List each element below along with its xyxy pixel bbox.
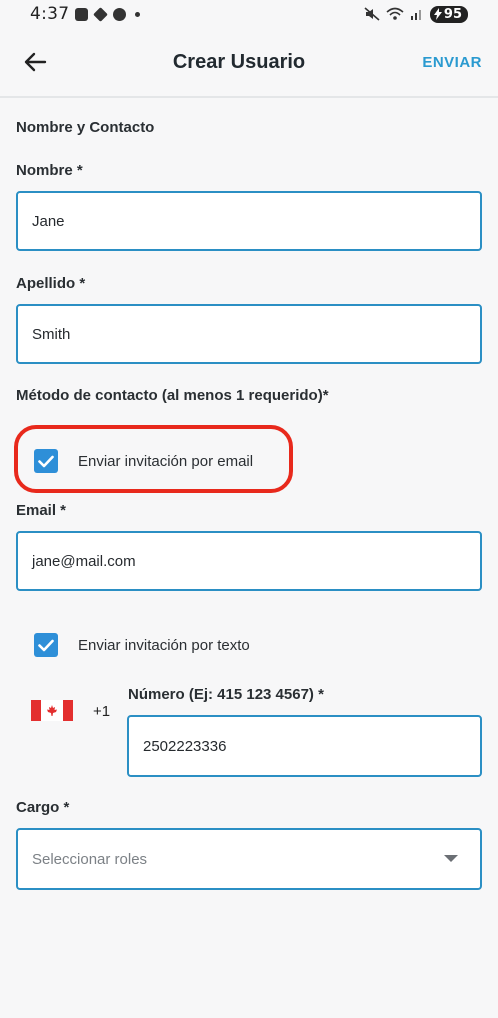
charging-icon: [433, 8, 442, 20]
phone-value: 2502223336: [143, 737, 227, 755]
status-left: 4:37: [30, 4, 141, 24]
canada-flag-icon[interactable]: [31, 700, 73, 721]
chat-notification-icon: [113, 7, 127, 21]
page-title: Crear Usuario: [172, 50, 306, 73]
checkmark-icon: [38, 455, 54, 467]
checkmark-icon: [38, 639, 54, 651]
role-label: Cargo *: [16, 799, 70, 816]
email-value: jane@mail.com: [32, 552, 136, 570]
section-title: Nombre y Contacto: [16, 119, 155, 136]
send-button[interactable]: ENVIAR: [408, 54, 498, 71]
mute-icon: [364, 7, 380, 21]
invite-text-checkbox[interactable]: [34, 633, 58, 657]
phone-field[interactable]: 2502223336: [127, 715, 482, 777]
status-bar: 4:37 95: [0, 0, 498, 28]
invite-text-label: Enviar invitación por texto: [78, 636, 250, 654]
first-name-label: Nombre *: [16, 162, 83, 179]
email-field[interactable]: jane@mail.com: [16, 531, 482, 591]
dropdown-arrow-icon: [444, 855, 458, 862]
signal-icon: [410, 10, 421, 20]
invite-email-checkbox[interactable]: [34, 449, 58, 473]
app-notification-icon: [93, 6, 109, 22]
more-notifications-icon: [135, 11, 141, 17]
role-placeholder: Seleccionar roles: [32, 850, 148, 868]
last-name-value: Smith: [32, 325, 71, 343]
arrow-left-icon: [24, 52, 47, 72]
invite-email-checkbox-row[interactable]: Enviar invitación por email: [34, 449, 253, 473]
first-name-value: Jane: [32, 212, 65, 230]
phone-label: Número (Ej: 415 123 4567) *: [128, 686, 324, 703]
battery-indicator: 95: [429, 5, 468, 23]
maple-leaf-icon: [47, 704, 57, 716]
last-name-field[interactable]: Smith: [16, 304, 482, 364]
status-time: 4:37: [30, 4, 70, 24]
battery-level: 95: [443, 6, 462, 22]
dial-code: +1: [93, 703, 111, 720]
app-bar: Crear Usuario ENVIAR: [0, 28, 498, 98]
invite-text-checkbox-row[interactable]: Enviar invitación por texto: [34, 633, 250, 657]
back-button[interactable]: [0, 27, 70, 97]
first-name-field[interactable]: Jane: [16, 191, 482, 251]
wifi-icon: [386, 7, 404, 20]
last-name-label: Apellido *: [16, 275, 86, 292]
invite-email-label: Enviar invitación por email: [78, 452, 254, 470]
contact-method-label: Método de contacto (al menos 1 requerido…: [16, 387, 329, 404]
email-label: Email *: [16, 502, 67, 519]
role-select[interactable]: Seleccionar roles: [16, 828, 482, 890]
calendar-notification-icon: [75, 7, 89, 21]
status-right: 95: [364, 5, 468, 23]
